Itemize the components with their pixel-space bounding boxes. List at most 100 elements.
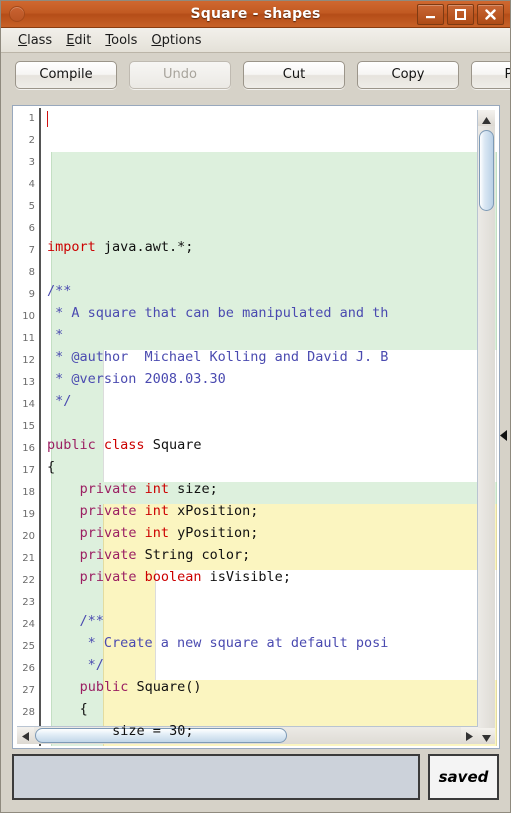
line-number: 28 <box>15 702 39 724</box>
code-editor[interactable]: 1234567891011121314151617181920212223242… <box>12 105 500 749</box>
line-number: 2 <box>15 130 39 152</box>
code-line-text: private boolean isVisible; <box>47 569 291 585</box>
code-line[interactable]: { <box>43 456 497 478</box>
code-area[interactable]: import java.awt.*; /** * A square that ca… <box>43 108 497 746</box>
line-number: 5 <box>15 196 39 218</box>
line-number-gutter: 1234567891011121314151617181920212223242… <box>15 108 41 746</box>
line-number: 23 <box>15 592 39 614</box>
status-message <box>12 754 420 800</box>
vertical-scroll-thumb[interactable] <box>479 130 494 211</box>
menu-item-options[interactable]: Options <box>144 31 208 50</box>
code-line-text: private int yPosition; <box>47 525 258 541</box>
code-line[interactable]: * @author Michael Kolling and David J. B <box>43 346 497 368</box>
code-line-text: private int size; <box>47 481 218 497</box>
code-line-text: public class Square <box>47 437 201 453</box>
line-number: 22 <box>15 570 39 592</box>
vertical-scrollbar[interactable] <box>477 110 495 744</box>
code-line[interactable]: private String color; <box>43 544 497 566</box>
line-number: 13 <box>15 372 39 394</box>
line-number: 6 <box>15 218 39 240</box>
code-line[interactable]: public Square() <box>43 676 497 698</box>
code-line[interactable]: import java.awt.*; <box>43 236 497 258</box>
code-line[interactable]: */ <box>43 654 497 676</box>
line-number: 24 <box>15 614 39 636</box>
code-line-text: /** <box>47 283 71 299</box>
code-line-text: */ <box>47 393 71 409</box>
code-line-text: { <box>47 701 88 717</box>
line-number: 3 <box>15 152 39 174</box>
code-line-text: * @author Michael Kolling and David J. B <box>47 349 388 365</box>
line-number: 11 <box>15 328 39 350</box>
code-line-text: * A square that can be manipulated and t… <box>47 305 388 321</box>
code-line-text: private String color; <box>47 547 250 563</box>
code-line[interactable]: * Create a new square at default posi <box>43 632 497 654</box>
code-line-text: public Square() <box>47 679 202 695</box>
code-line[interactable] <box>43 412 497 434</box>
menu-item-tools[interactable]: Tools <box>98 31 144 50</box>
menu-bar: Class Edit Tools Options <box>1 28 510 53</box>
code-line-text: { <box>47 459 55 475</box>
text-caret <box>47 111 48 127</box>
copy-button[interactable]: Copy <box>357 61 459 89</box>
code-line[interactable]: { <box>43 698 497 720</box>
arrow-up-icon <box>482 109 491 128</box>
line-number: 16 <box>15 438 39 460</box>
line-number: 7 <box>15 240 39 262</box>
line-number: 17 <box>15 460 39 482</box>
window-menu-icon[interactable] <box>9 6 25 22</box>
line-number: 12 <box>15 350 39 372</box>
code-line-text: * @version 2008.03.30 <box>47 371 226 387</box>
scroll-down-button[interactable] <box>478 728 495 744</box>
code-line[interactable]: */ <box>43 390 497 412</box>
scroll-up-button[interactable] <box>478 110 495 126</box>
save-state-badge: saved <box>428 754 499 800</box>
arrow-left-icon <box>22 726 29 745</box>
code-line[interactable]: * @version 2008.03.30 <box>43 368 497 390</box>
navigation-marker[interactable] <box>498 429 508 441</box>
code-line[interactable]: * A square that can be manipulated and t… <box>43 302 497 324</box>
code-line[interactable]: * <box>43 324 497 346</box>
arrow-right-icon <box>466 726 473 745</box>
code-line-text: import java.awt.*; <box>47 239 193 255</box>
window-controls <box>417 4 510 25</box>
status-bar: saved <box>12 754 499 800</box>
scroll-right-button[interactable] <box>461 727 478 744</box>
code-line[interactable]: private int yPosition; <box>43 522 497 544</box>
paste-button[interactable]: Paste <box>471 61 510 89</box>
code-line[interactable]: private boolean isVisible; <box>43 566 497 588</box>
code-line[interactable]: /** <box>43 610 497 632</box>
minimize-button[interactable] <box>417 4 444 25</box>
close-button[interactable] <box>477 4 504 25</box>
code-line[interactable]: /** <box>43 280 497 302</box>
editor-window: Square - shapes Class Edit Tools Op <box>0 0 511 813</box>
line-number: 25 <box>15 636 39 658</box>
code-line-text: /** <box>47 613 104 629</box>
title-bar[interactable]: Square - shapes <box>1 1 510 28</box>
code-line-text: */ <box>47 657 104 673</box>
line-number: 10 <box>15 306 39 328</box>
code-line[interactable] <box>43 588 497 610</box>
maximize-button[interactable] <box>447 4 474 25</box>
scroll-left-button[interactable] <box>17 727 34 744</box>
cut-button[interactable]: Cut <box>243 61 345 89</box>
line-number: 18 <box>15 482 39 504</box>
line-number: 14 <box>15 394 39 416</box>
code-line-text: size = 30; <box>47 723 193 739</box>
close-icon <box>485 9 496 20</box>
code-line[interactable]: private int xPosition; <box>43 500 497 522</box>
line-number: 21 <box>15 548 39 570</box>
menu-item-class[interactable]: Class <box>11 31 59 50</box>
undo-button[interactable]: Undo <box>129 61 231 89</box>
arrow-down-icon <box>482 727 491 746</box>
line-number: 8 <box>15 262 39 284</box>
line-number: 20 <box>15 526 39 548</box>
menu-item-edit[interactable]: Edit <box>59 31 98 50</box>
minimize-icon <box>425 10 436 19</box>
code-line-text: * Create a new square at default posi <box>47 635 388 651</box>
line-number: 26 <box>15 658 39 680</box>
code-line[interactable]: private int size; <box>43 478 497 500</box>
code-line-text: xPosition = 60; <box>47 745 234 746</box>
compile-button[interactable]: Compile <box>15 61 117 89</box>
code-line[interactable]: public class Square <box>43 434 497 456</box>
code-line[interactable] <box>43 258 497 280</box>
